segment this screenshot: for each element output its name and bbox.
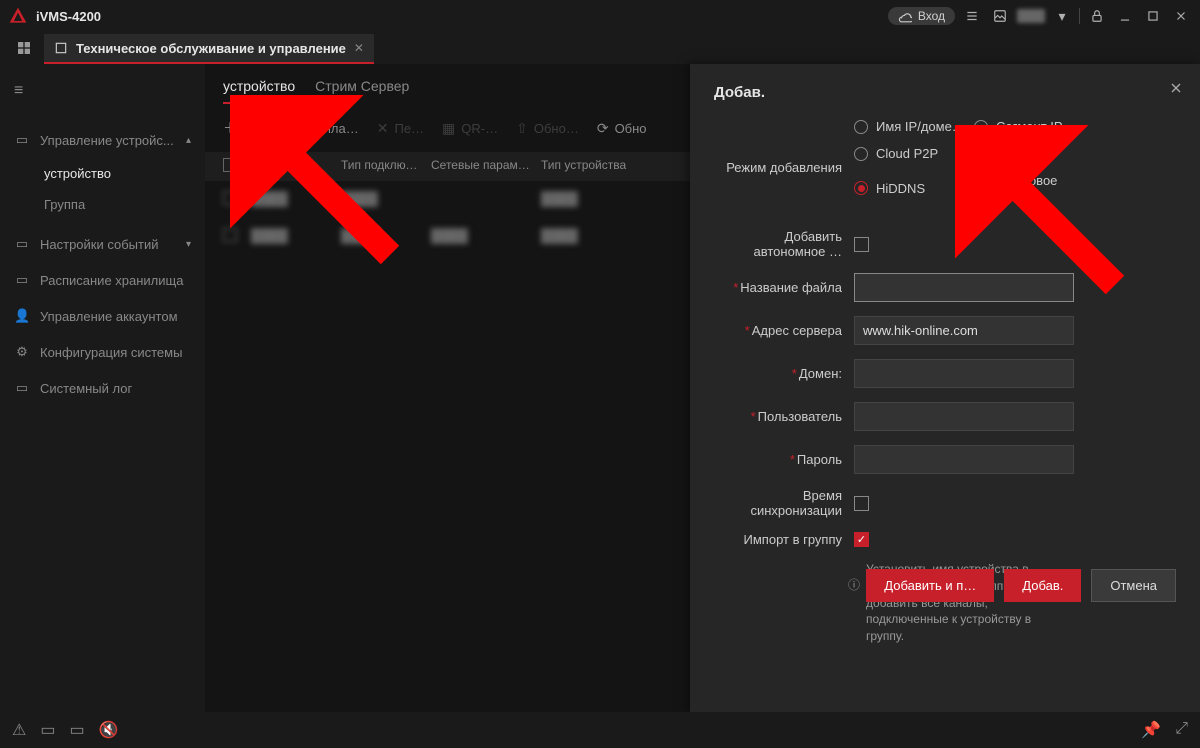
expand-icon[interactable]: ⤢: [1175, 720, 1188, 740]
device-icon: ▭: [14, 132, 30, 148]
domain-input[interactable]: [854, 359, 1074, 388]
window-icon[interactable]: ▭: [69, 720, 84, 740]
radio-ip-domain[interactable]: Имя IP/доме…: [854, 119, 974, 134]
server-input[interactable]: [854, 316, 1074, 345]
alert-icon[interactable]: ⚠: [12, 720, 26, 740]
minimize-icon[interactable]: [1114, 5, 1136, 27]
select-all-checkbox[interactable]: [223, 158, 237, 172]
toolbar-refresh[interactable]: ⟳Обно: [597, 120, 647, 137]
user-icon: 👤: [14, 308, 30, 324]
chevron-down-icon: ▾: [186, 239, 191, 250]
sidebar-sub-group[interactable]: Группа: [0, 189, 205, 220]
qr-icon: ▦: [442, 120, 455, 137]
toolbar-online[interactable]: 🔍Онла…: [290, 120, 359, 137]
maximize-icon[interactable]: [1142, 5, 1164, 27]
cancel-button[interactable]: Отмена: [1091, 569, 1176, 602]
log-icon: ▭: [14, 380, 30, 396]
upgrade-icon: ⇧: [516, 120, 528, 137]
login-button[interactable]: Вход: [888, 7, 955, 25]
sidebar-item-account[interactable]: 👤 Управление аккаунтом: [0, 298, 205, 334]
calendar-icon: ▭: [14, 236, 30, 252]
tab-device[interactable]: устройство: [223, 78, 295, 104]
plus-icon: ＋: [223, 118, 237, 138]
wrench-icon: [54, 41, 68, 55]
sidebar-item-storage[interactable]: ▭ Расписание хранилища: [0, 262, 205, 298]
user-blurred: [1017, 9, 1045, 23]
tab-stream-server[interactable]: Стрим Сервер: [315, 78, 409, 104]
mute-icon[interactable]: 🔇: [99, 720, 119, 740]
dialog-close-icon[interactable]: [1168, 80, 1184, 99]
add-device-dialog: Добав. Режим добавления Имя IP/доме… Сег…: [690, 64, 1200, 712]
home-button[interactable]: [4, 34, 44, 62]
sidebar-collapse-icon[interactable]: ≡: [0, 78, 205, 104]
toolbar-qr[interactable]: ▦QR-…: [442, 120, 498, 137]
filename-input[interactable]: [854, 273, 1074, 302]
sidebar-item-events[interactable]: ▭ Настройки событий ▾: [0, 226, 205, 262]
user-input[interactable]: [854, 402, 1074, 431]
add-button[interactable]: Добав.: [1004, 569, 1081, 602]
sidebar-item-config[interactable]: ⚙ Конфигурация системы: [0, 334, 205, 370]
sidebar-item-log[interactable]: ▭ Системный лог: [0, 370, 205, 406]
tab-close-icon[interactable]: ✕: [354, 41, 364, 55]
cloud-icon: [898, 9, 912, 23]
radio-isup[interactable]: ISUP: [974, 146, 1094, 161]
toolbar-add[interactable]: ＋До…: [223, 118, 272, 138]
info-icon: ⓘ: [848, 577, 860, 594]
chevron-up-icon: ▴: [186, 135, 191, 146]
lock-icon[interactable]: [1086, 5, 1108, 27]
dropdown-icon[interactable]: ▾: [1051, 5, 1073, 27]
radio-ip-segment[interactable]: Сегмент IP: [974, 119, 1094, 134]
radio-cloud-p2p[interactable]: Cloud P2P: [854, 146, 974, 161]
sync-checkbox[interactable]: [854, 496, 869, 511]
storage-icon: ▭: [14, 272, 30, 288]
toolbar-upgrade[interactable]: ⇧Обно…: [516, 120, 579, 137]
sidebar-item-device-mgmt[interactable]: ▭ Управление устройс... ▴: [0, 122, 205, 158]
list-icon[interactable]: [961, 5, 983, 27]
sidebar-sub-device[interactable]: устройство: [0, 158, 205, 189]
grid-icon: [16, 40, 32, 56]
image-icon[interactable]: [989, 5, 1011, 27]
app-title: iVMS-4200: [36, 9, 101, 24]
add-and-continue-button[interactable]: Добавить и п…: [866, 569, 994, 602]
pin-icon[interactable]: 📌: [1141, 720, 1161, 740]
status-bar: ⚠ ▭ ▭ 🔇 📌 ⤢: [0, 712, 1200, 748]
refresh-icon: ⟳: [597, 120, 609, 137]
sidebar: ≡ ▭ Управление устройс... ▴ устройство Г…: [0, 64, 205, 712]
dialog-title: Добав.: [714, 84, 1176, 101]
search-icon: 🔍: [290, 120, 307, 137]
gear-icon: ⚙: [14, 344, 30, 360]
close-icon[interactable]: [1170, 5, 1192, 27]
tab-maintenance[interactable]: Техническое обслуживание и управление ✕: [44, 34, 374, 62]
radio-batch[interactable]: Групповое доба…: [974, 173, 1094, 203]
motion-icon[interactable]: ▭: [40, 720, 55, 740]
password-input[interactable]: [854, 445, 1074, 474]
app-logo-icon: [8, 6, 28, 26]
offline-checkbox[interactable]: [854, 237, 869, 252]
x-icon: ✕: [377, 120, 389, 137]
toolbar-delete[interactable]: ✕Пе…: [377, 120, 424, 137]
import-checkbox[interactable]: ✓: [854, 532, 869, 547]
radio-hiddns[interactable]: HiDDNS: [854, 173, 974, 203]
